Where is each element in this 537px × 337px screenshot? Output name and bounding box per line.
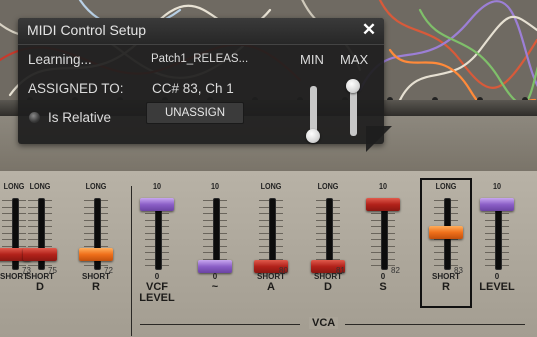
fader-vcf-level[interactable]: 10 0 VCF LEVEL	[131, 178, 183, 308]
fader-r[interactable]: LONG SHORT 83 R	[420, 178, 472, 308]
unassign-button[interactable]: UNASSIGN	[146, 102, 244, 124]
fader-bottom-label: SHORT	[314, 272, 342, 281]
fader-bottom-label: SHORT	[26, 272, 54, 281]
dialog-title: MIDI Control Setup	[27, 22, 147, 38]
is-relative-label: Is Relative	[48, 110, 112, 125]
learning-label: Learning...	[28, 52, 92, 67]
fader-top-label: LONG	[85, 182, 107, 191]
dialog-title-bar[interactable]: MIDI Control Setup ✕	[18, 18, 384, 45]
fader-top-label: LONG	[260, 182, 282, 191]
fader--[interactable]: 10 0 ~	[189, 178, 241, 308]
min-label: MIN	[300, 52, 324, 67]
fader-name-label: VCF LEVEL	[139, 281, 175, 304]
fader-cap[interactable]	[480, 198, 514, 211]
assigned-to-label: ASSIGNED TO:	[28, 81, 124, 96]
fader-d[interactable]: LONG SHORT 75 D	[14, 178, 66, 308]
fader-cap[interactable]	[140, 198, 174, 211]
fader-level[interactable]: 10 0 LEVEL	[471, 178, 523, 308]
fader-r[interactable]: LONG SHORT 72 R	[70, 178, 122, 308]
fader-cc-number: 82	[391, 266, 400, 275]
fader-top-label: LONG	[317, 182, 339, 191]
fader-top-label: LONG	[435, 182, 457, 191]
fader-name-label: ~	[211, 281, 219, 293]
fader-cc-number: 81	[336, 266, 345, 275]
fader-bottom-label: SHORT	[432, 272, 460, 281]
fader-a[interactable]: LONG SHORT 80 A	[245, 178, 297, 308]
fader-bottom-label: SHORT	[257, 272, 285, 281]
fader-cap[interactable]	[23, 247, 57, 261]
fader-cc-number: 80	[279, 266, 288, 275]
fader-top-label: 10	[210, 182, 220, 191]
fader-d[interactable]: LONG SHORT 81 D	[302, 178, 354, 308]
fader-s[interactable]: 10 0 82 S	[357, 178, 409, 308]
fader-cc-number: 72	[104, 266, 113, 275]
max-label: MAX	[340, 52, 369, 67]
dialog-pointer-tail	[366, 126, 392, 152]
fader-bottom-label: 0	[154, 272, 160, 281]
fader-name-label: D	[324, 281, 332, 293]
fader-bottom-label: SHORT	[82, 272, 110, 281]
fader-top-label: 10	[378, 182, 388, 191]
close-icon[interactable]: ✕	[360, 21, 378, 39]
fader-name-label: R	[92, 281, 100, 293]
fader-name-label: D	[36, 281, 44, 293]
fader-name-label: A	[267, 281, 275, 293]
fader-cc-number: 75	[48, 266, 57, 275]
fader-bottom-label: 0	[212, 272, 218, 281]
fader-name-label: LEVEL	[479, 281, 515, 293]
vca-section-label: VCA	[309, 317, 339, 329]
fader-name-label: S	[379, 281, 387, 293]
fader-top-label: 10	[492, 182, 502, 191]
section-bracket-left	[140, 324, 300, 325]
fader-name-label: R	[442, 281, 450, 293]
fader-bottom-label: 0	[494, 272, 500, 281]
midi-control-setup-dialog: MIDI Control Setup ✕ Learning... Patch1_…	[18, 18, 384, 144]
min-slider-knob[interactable]	[306, 129, 320, 143]
fader-cap[interactable]	[429, 225, 463, 239]
assigned-cc-value: CC# 83, Ch 1	[152, 81, 234, 96]
fader-top-label: 10	[152, 182, 162, 191]
fader-top-label: LONG	[29, 182, 51, 191]
fader-cap[interactable]	[366, 198, 400, 211]
max-slider-knob[interactable]	[346, 79, 360, 93]
is-relative-toggle[interactable]	[29, 112, 40, 123]
patch-name: Patch1_RELEAS...	[151, 53, 249, 65]
max-slider-track[interactable]	[350, 86, 357, 136]
fader-cap[interactable]	[79, 247, 113, 261]
fader-cc-number: 83	[454, 266, 463, 275]
fader-bottom-label: 0	[380, 272, 386, 281]
section-bracket-right	[345, 324, 525, 325]
